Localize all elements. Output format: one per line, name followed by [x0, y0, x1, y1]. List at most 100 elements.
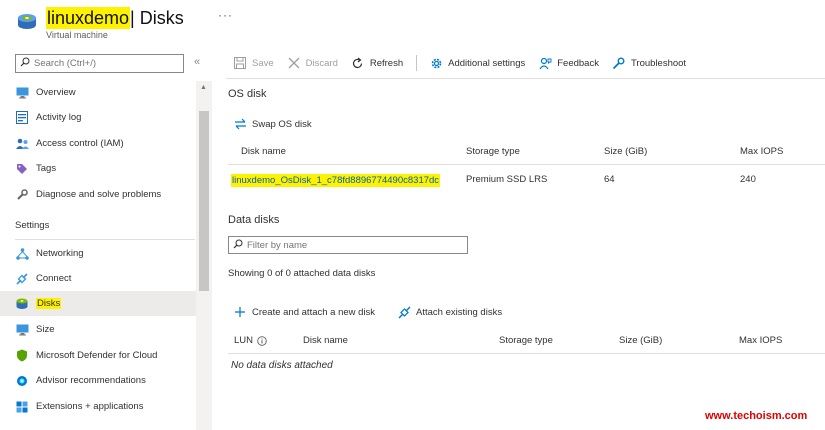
sidebar-item-activity-log[interactable]: Activity log [0, 105, 196, 130]
virtual-machine-icon [16, 9, 38, 31]
tag-icon [15, 162, 29, 176]
discard-button[interactable]: Discard [287, 56, 338, 70]
sidebar-item-label: Activity log [36, 112, 82, 123]
sidebar-item-label: Diagnose and solve problems [36, 189, 162, 200]
lun-label: LUN [234, 335, 254, 346]
info-icon[interactable] [257, 335, 267, 346]
attach-existing-disks-button[interactable]: Attach existing disks [397, 305, 502, 319]
troubleshoot-label: Troubleshoot [630, 57, 687, 69]
plus-icon [233, 305, 247, 319]
sidebar-item-label: Tags [36, 163, 57, 174]
sidebar-item-overview[interactable]: Overview [0, 80, 196, 105]
sidebar-item-networking[interactable]: Networking [0, 241, 196, 266]
additional-settings-button[interactable]: Additional settings [429, 56, 525, 70]
network-icon [15, 247, 29, 261]
column-header-lun[interactable]: LUN [234, 335, 267, 346]
disk-icon [15, 297, 29, 311]
search-input[interactable] [34, 58, 174, 69]
command-bar: Save Discard Refresh Additional settings… [233, 54, 699, 72]
swap-os-disk-button[interactable]: Swap OS disk [233, 117, 312, 131]
filter-box[interactable] [228, 236, 468, 254]
showing-count-text: Showing 0 of 0 attached data disks [228, 268, 376, 279]
sidebar-search[interactable] [15, 54, 184, 73]
sidebar-item-label: Size [36, 324, 55, 335]
shield-icon [15, 349, 29, 363]
sidebar-item-disks[interactable]: Disks [0, 291, 196, 316]
swap-icon [233, 117, 247, 131]
os-disk-max-iops: 240 [740, 174, 756, 185]
sidebar-item-connect[interactable]: Connect [0, 266, 196, 291]
settings-heading: Settings [15, 220, 50, 231]
column-header-storage-type[interactable]: Storage type [499, 335, 553, 346]
column-header-disk-name[interactable]: Disk name [241, 146, 286, 157]
gear-icon [429, 56, 443, 70]
sidebar-item-defender[interactable]: Microsoft Defender for Cloud [0, 343, 196, 368]
command-bar-divider [226, 78, 825, 79]
search-icon [233, 239, 243, 252]
sidebar-item-size[interactable]: Size [0, 317, 196, 342]
refresh-icon [351, 56, 365, 70]
sidebar-item-advisor[interactable]: Advisor recommendations [0, 368, 196, 393]
additional-settings-label: Additional settings [448, 57, 526, 69]
refresh-label: Refresh [369, 57, 404, 69]
sidebar: « Overview Activity log Access control (… [0, 46, 212, 430]
feedback-button[interactable]: Feedback [538, 56, 599, 70]
toolbar-separator [416, 55, 418, 71]
sidebar-item-label: Extensions + applications [36, 401, 144, 412]
column-header-storage-type[interactable]: Storage type [466, 146, 520, 157]
save-icon [233, 56, 247, 70]
close-icon [287, 56, 301, 70]
troubleshoot-button[interactable]: Troubleshoot [612, 56, 686, 70]
sidebar-item-label: Microsoft Defender for Cloud [36, 350, 158, 361]
sidebar-item-label: Overview [36, 87, 76, 98]
feedback-label: Feedback [557, 57, 599, 69]
wrench-icon [15, 188, 29, 202]
os-disk-size: 64 [604, 174, 615, 185]
sidebar-divider [15, 239, 195, 240]
os-disk-name-link[interactable]: linuxdemo_OsDisk_1_c78fd8896774490c8317d… [231, 174, 441, 187]
sidebar-item-access-control[interactable]: Access control (IAM) [0, 131, 196, 156]
search-icon [20, 57, 30, 70]
activity-log-icon [15, 111, 29, 125]
resource-type: Virtual machine [46, 30, 108, 40]
feedback-icon [538, 56, 552, 70]
resource-name: linuxdemo [46, 7, 131, 29]
save-label: Save [252, 57, 274, 69]
sidebar-item-diagnose[interactable]: Diagnose and solve problems [0, 182, 196, 207]
table-divider [228, 164, 825, 165]
advisor-icon [15, 374, 29, 388]
attach-existing-label: Attach existing disks [416, 306, 503, 318]
os-disk-heading: OS disk [228, 88, 267, 100]
scroll-up-icon[interactable]: ▲ [200, 84, 207, 91]
save-button[interactable]: Save [233, 56, 274, 70]
main-content: Save Discard Refresh Additional settings… [212, 46, 825, 430]
column-header-max-iops[interactable]: Max IOPS [739, 335, 782, 346]
refresh-button[interactable]: Refresh [351, 56, 403, 70]
collapse-sidebar-icon[interactable]: « [194, 56, 200, 68]
monitor-icon [15, 86, 29, 100]
column-header-size[interactable]: Size (GiB) [619, 335, 662, 346]
monitor-icon [15, 323, 29, 337]
attach-icon [397, 305, 411, 319]
swap-os-disk-label: Swap OS disk [252, 118, 312, 130]
sidebar-item-label: Connect [36, 273, 72, 284]
sidebar-scrollbar[interactable]: ▲ [196, 81, 212, 430]
column-header-size[interactable]: Size (GiB) [604, 146, 647, 157]
filter-input[interactable] [247, 239, 457, 251]
sidebar-item-tags[interactable]: Tags [0, 156, 196, 181]
sidebar-item-label: Advisor recommendations [36, 375, 146, 386]
more-options-icon[interactable]: ··· [218, 8, 233, 22]
empty-state-text: No data disks attached [231, 360, 333, 371]
scrollbar-thumb[interactable] [199, 111, 209, 291]
create-attach-disk-button[interactable]: Create and attach a new disk [233, 305, 375, 319]
column-header-max-iops[interactable]: Max IOPS [740, 146, 783, 157]
column-header-disk-name[interactable]: Disk name [303, 335, 348, 346]
sidebar-item-label: Networking [36, 248, 84, 259]
page-header: linuxdemo | Disks ··· Virtual machine [0, 0, 825, 46]
sidebar-item-extensions[interactable]: Extensions + applications [0, 394, 196, 419]
blade-title: | Disks [130, 8, 184, 28]
sidebar-item-label: Disks [36, 298, 62, 309]
page-title: linuxdemo | Disks [46, 6, 184, 30]
extensions-icon [15, 400, 29, 414]
wrench-icon [612, 56, 626, 70]
